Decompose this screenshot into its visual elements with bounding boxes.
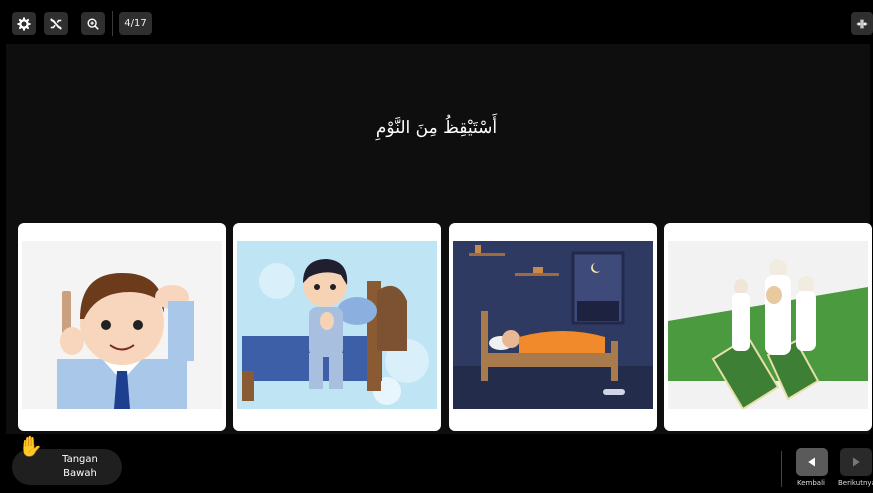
next-label: Berikutnya <box>838 479 873 487</box>
zoom-in-icon <box>87 17 99 30</box>
back-button[interactable] <box>796 448 828 476</box>
answer-card-2[interactable] <box>233 223 441 431</box>
answer-card-4[interactable] <box>664 223 872 431</box>
boy-combing-hair-image <box>22 241 222 409</box>
back-label: Kembali <box>797 479 825 487</box>
shuffle-off-icon <box>50 17 62 30</box>
collapse-button[interactable] <box>851 12 873 35</box>
play-right-icon <box>853 457 860 467</box>
boy-praying-on-bed-image <box>237 241 437 409</box>
gear-icon <box>17 16 31 31</box>
collapse-icon <box>856 19 868 28</box>
question-text: أَسْتَيْقِظُ مِنَ النَّوْمِ <box>375 118 498 138</box>
answer-card-1[interactable] <box>18 223 226 431</box>
toolbar-divider <box>112 11 113 36</box>
raised-hand-icon: ✋ <box>18 434 43 458</box>
settings-button[interactable] <box>12 12 36 35</box>
zoom-button[interactable] <box>81 12 105 35</box>
next-button[interactable] <box>840 448 872 476</box>
boy-sleeping-in-bed-image <box>453 241 653 409</box>
raise-hand-label: Tangan Bawah <box>62 454 98 479</box>
family-praying-on-mats-image <box>668 241 868 409</box>
slide-counter: 4/17 <box>119 12 152 35</box>
nav-divider <box>781 451 782 487</box>
play-left-icon <box>808 457 815 467</box>
toolbar: 4/17 <box>0 0 873 44</box>
answer-card-3[interactable] <box>449 223 657 431</box>
shuffle-button[interactable] <box>44 12 68 35</box>
